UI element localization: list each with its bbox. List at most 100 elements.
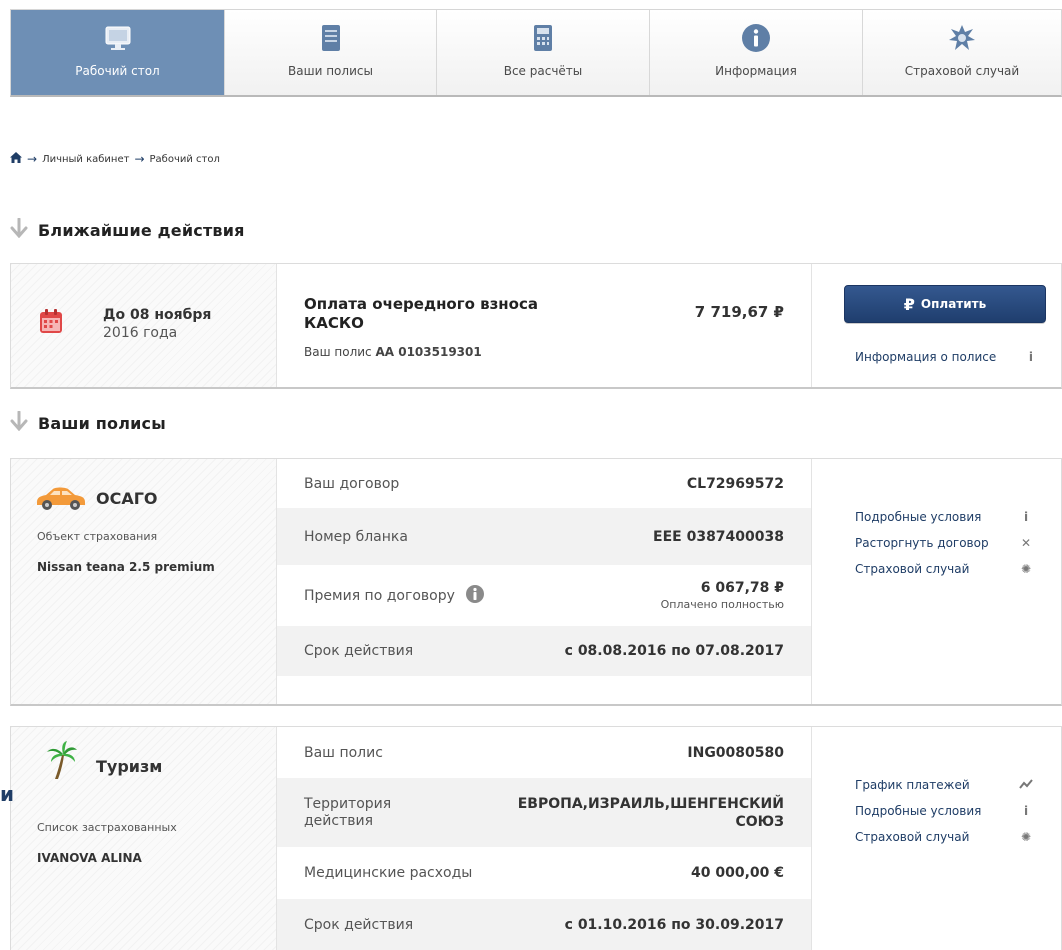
palm-tree-icon [45,741,79,785]
action-title: Оплата очередного взноса КАСКО [304,295,538,332]
link-label: Страховой случай [855,830,970,844]
policy-type-title: Туризм [96,757,163,776]
policy-info-link[interactable]: Информация о полисе i [855,350,1033,364]
link-label: Страховой случай [855,562,970,576]
chart-icon [1019,778,1033,792]
tab-label: Информация [715,64,797,78]
policy-actions: Подробные условия i Расторгнуть договор … [812,459,1061,704]
policy-number: АА 0103519301 [375,345,482,359]
tab-label: Ваши полисы [288,64,373,78]
insurance-case-link[interactable]: Страховой случай ✺ [855,824,1033,850]
detail-row: Срок действия с 01.10.2016 по 30.09.2017 [277,899,811,950]
arrow-down-icon [10,410,28,435]
detail-key: Премия по договору [304,584,485,608]
insured-object-label: Объект страхования [37,530,158,543]
insured-list-label: Список застрахованных [37,821,177,834]
policy-summary: ОСАГО Объект страхования Nissan teana 2.… [11,459,277,704]
calendar-icon [39,308,63,338]
link-label: График платежей [855,778,970,792]
tab-desktop[interactable]: Рабочий стол [11,10,225,95]
tab-information[interactable]: Информация [650,10,863,95]
breadcrumb-separator: → [134,152,145,166]
due-date-block: До 08 ноября 2016 года [11,264,277,387]
policy-card-osago: ОСАГО Объект страхования Nissan teana 2.… [10,458,1062,706]
detail-value: с 08.08.2016 по 07.08.2017 [564,643,784,659]
next-action-controls: ₽ Оплатить Информация о полисе i [812,264,1061,387]
link-label: Расторгнуть договор [855,536,989,550]
payment-schedule-link[interactable]: График платежей [855,772,1033,798]
link-label: Подробные условия [855,804,982,818]
detail-key: Ваш договор [304,475,400,492]
insurance-case-link[interactable]: Страховой случай ✺ [855,556,1033,582]
info-icon [741,23,771,53]
section-title: Ваши полисы [38,413,166,433]
close-icon: ✕ [1020,536,1032,550]
policy-details: Ваш полис ING0080580 Территория действия… [277,727,812,950]
detail-row: Номер бланка ЕЕЕ 0387400038 [277,508,811,565]
home-icon[interactable] [10,152,22,166]
policy-card-tourism: Туризм Список застрахованных IVANOVA ALI… [10,726,1062,950]
detail-value: с 01.10.2016 по 30.09.2017 [564,917,784,933]
detail-row: Ваш полис ING0080580 [277,727,811,778]
next-action-card: До 08 ноября 2016 года Оплата очередного… [10,263,1062,389]
premium-block: 6 067,78 ₽ Оплачено полностью [661,580,784,611]
detail-key: Территория действия [304,795,392,829]
detail-value: 6 067,78 ₽ [700,580,784,596]
info-icon[interactable] [465,584,485,608]
detail-row: Территория действия ЕВРОПА,ИЗРАИЛЬ,ШЕНГЕ… [277,778,811,847]
details-link[interactable]: Подробные условия i [855,504,1033,530]
detail-value: ЕВРОПА,ИЗРАИЛЬ,ШЕНГЕНСКИЙ СОЮЗ [517,795,784,830]
breadcrumb-item-cabinet[interactable]: Личный кабинет [42,154,129,165]
detail-key: Срок действия [304,917,414,933]
policies-heading: Ваши полисы [10,410,166,435]
terminate-contract-link[interactable]: Расторгнуть договор ✕ [855,530,1033,556]
details-link[interactable]: Подробные условия i [855,798,1033,824]
section-title: Ближайшие действия [38,220,245,240]
policy-type-title: ОСАГО [96,489,158,508]
next-actions-heading: Ближайшие действия [10,217,245,242]
detail-key: Ваш полис [304,744,383,761]
tab-label: Рабочий стол [75,64,160,78]
detail-value: ING0080580 [687,744,784,761]
info-icon: i [1023,804,1029,818]
ruble-icon: ₽ [903,294,915,314]
detail-row: Ваш договор CL72969572 [277,459,811,508]
detail-value: ЕЕЕ 0387400038 [653,528,784,545]
breadcrumb-separator: → [27,152,38,166]
policy-reference: Ваш полис АА 0103519301 [304,345,482,359]
top-nav: Рабочий стол Ваши полисы Все расчёты Инф… [10,9,1062,97]
policy-actions: График платежей Подробные условия i Стра… [812,727,1061,950]
detail-row: Медицинские расходы 40 000,00 € [277,847,811,899]
policy-prefix: Ваш полис [304,345,372,359]
info-icon: i [1023,510,1029,524]
info-icon: i [1028,350,1033,364]
tab-label: Все расчёты [503,64,583,78]
accident-icon: ✺ [1020,830,1032,844]
arrow-down-icon [10,217,28,242]
pay-button-label: Оплатить [920,297,987,311]
accident-icon [947,23,977,53]
tab-insurance-case[interactable]: Страховой случай [863,10,1061,95]
detail-key-text: Премия по договору [304,587,455,604]
payment-status: Оплачено полностью [660,598,784,611]
detail-value: 40 000,00 € [691,865,784,881]
due-date: До 08 ноября [103,307,212,323]
breadcrumb-item-current: Рабочий стол [149,153,220,165]
breadcrumb: → Личный кабинет → Рабочий стол [10,152,220,166]
pay-button[interactable]: ₽ Оплатить [844,285,1046,323]
insured-object-value: Nissan teana 2.5 premium [37,560,215,574]
due-year: 2016 года [103,325,178,341]
desktop-icon [103,23,133,53]
calculator-icon [528,23,558,53]
tab-calculations[interactable]: Все расчёты [437,10,650,95]
insured-person: IVANOVA ALINA [37,851,142,865]
car-icon [33,484,87,516]
detail-key: Номер бланка [304,528,408,545]
policy-details: Ваш договор CL72969572 Номер бланка ЕЕЕ … [277,459,812,704]
detail-key: Срок действия [304,643,414,659]
detail-key: Медицинские расходы [304,865,473,881]
stray-text: и [0,782,15,806]
accident-icon: ✺ [1020,562,1032,576]
tab-policies[interactable]: Ваши полисы [225,10,437,95]
detail-row: Премия по договору 6 067,78 ₽ Оплачено п… [277,565,811,626]
